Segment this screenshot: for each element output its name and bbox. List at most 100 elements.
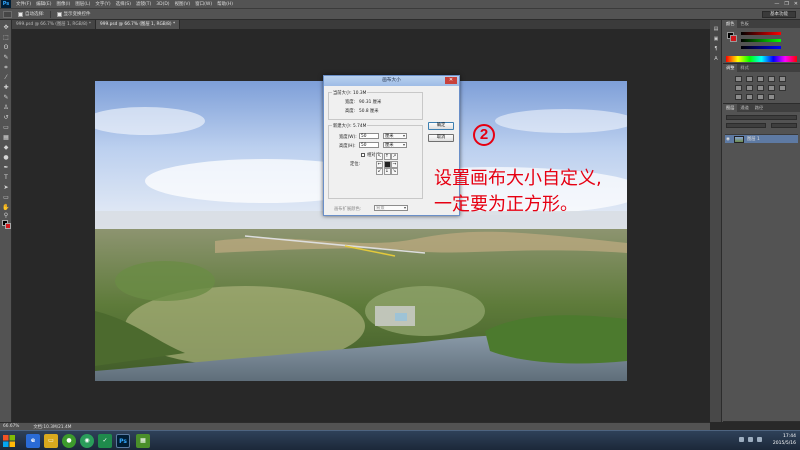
dialog-close-button[interactable]: ✕ xyxy=(445,77,457,84)
character-icon[interactable]: A xyxy=(712,56,720,63)
anchor-bottom-right[interactable]: ↘ xyxy=(391,168,398,175)
volume-icon[interactable] xyxy=(748,437,753,442)
ok-button[interactable]: 确定 xyxy=(428,122,454,130)
blur-tool-icon[interactable]: ◆ xyxy=(2,144,10,152)
dodge-tool-icon[interactable]: ● xyxy=(2,154,10,162)
app-icon[interactable]: ▦ xyxy=(136,434,150,448)
network-icon[interactable] xyxy=(739,437,744,442)
brush-tool-icon[interactable]: ✎ xyxy=(2,94,10,102)
new-width-unit-select[interactable]: 厘米 xyxy=(383,133,407,139)
curves-icon[interactable] xyxy=(757,76,764,82)
tab-channels[interactable]: 通道 xyxy=(737,104,751,112)
tab-swatches[interactable]: 色板 xyxy=(737,20,751,28)
workspace-select[interactable]: 基本功能 xyxy=(762,11,796,18)
show-transform-checkbox[interactable] xyxy=(56,11,62,17)
restore-button[interactable]: ❐ xyxy=(784,1,788,7)
anchor-bottom[interactable]: ↓ xyxy=(383,168,391,175)
tab-document-2[interactable]: 999.psd @ 66.7% (图层 1, RGB/8) * xyxy=(96,20,181,29)
anchor-bottom-left[interactable]: ↙ xyxy=(376,168,383,175)
layer-filter-bar[interactable] xyxy=(726,115,797,120)
menu-help[interactable]: 帮助(H) xyxy=(217,1,233,7)
photo-filter-icon[interactable] xyxy=(768,85,775,91)
close-button[interactable]: ✕ xyxy=(794,1,798,7)
type-tool-icon[interactable]: T xyxy=(2,174,10,182)
lasso-tool-icon[interactable]: ʘ xyxy=(2,44,10,52)
input-method-icon[interactable] xyxy=(757,437,762,442)
background-color-swatch[interactable] xyxy=(5,223,11,229)
tab-adjustments[interactable]: 调整 xyxy=(723,64,738,72)
auto-select-checkbox[interactable] xyxy=(18,11,23,17)
menu-layer[interactable]: 图层(L) xyxy=(75,1,90,7)
properties-icon[interactable]: ▣ xyxy=(712,36,720,43)
cancel-button[interactable]: 取消 xyxy=(428,134,454,142)
channel-mixer-icon[interactable] xyxy=(779,85,786,91)
menu-3d[interactable]: 3D(D) xyxy=(156,2,169,7)
levels-icon[interactable] xyxy=(746,76,753,82)
blue-slider[interactable] xyxy=(741,46,781,49)
green-slider[interactable] xyxy=(741,39,781,42)
anchor-grid[interactable]: ↖ ↑ ↗ ← → ↙ ↓ ↘ xyxy=(376,153,398,175)
hue-saturation-icon[interactable] xyxy=(735,85,742,91)
stamp-tool-icon[interactable]: ♙ xyxy=(2,104,10,112)
minimize-button[interactable]: — xyxy=(774,1,779,7)
quick-select-tool-icon[interactable]: ✎ xyxy=(2,54,10,62)
history-brush-icon[interactable]: ↺ xyxy=(2,114,10,122)
eraser-tool-icon[interactable]: ▭ xyxy=(2,124,10,132)
brightness-icon[interactable] xyxy=(735,76,742,82)
healing-tool-icon[interactable]: ✚ xyxy=(2,84,10,92)
clock[interactable]: 17:44 2015/5/16 xyxy=(773,433,796,447)
layer-row[interactable]: ◉ 图层 1 xyxy=(725,134,798,143)
posterize-icon[interactable] xyxy=(746,94,753,100)
windows-start-icon[interactable] xyxy=(2,434,16,448)
menu-select[interactable]: 选择(S) xyxy=(116,1,131,7)
gradient-map-icon[interactable] xyxy=(768,94,775,100)
crop-tool-icon[interactable]: ⌗ xyxy=(2,64,10,72)
menu-view[interactable]: 视图(V) xyxy=(175,1,191,7)
invert-icon[interactable] xyxy=(735,94,742,100)
menu-edit[interactable]: 编辑(E) xyxy=(36,1,51,7)
anchor-top-left[interactable]: ↖ xyxy=(376,153,383,160)
exposure-icon[interactable] xyxy=(768,76,775,82)
photoshop-taskbar-icon[interactable]: Ps xyxy=(116,434,130,448)
menu-image[interactable]: 图像(I) xyxy=(56,1,70,7)
eye-icon[interactable]: ◉ xyxy=(726,135,730,144)
shape-tool-icon[interactable]: ▭ xyxy=(2,194,10,202)
anchor-right[interactable]: → xyxy=(391,160,398,168)
marquee-tool-icon[interactable]: ⬚ xyxy=(2,34,10,42)
browser-icon[interactable]: ● xyxy=(62,434,76,448)
opacity-field[interactable] xyxy=(771,123,797,128)
menu-file[interactable]: 文件(F) xyxy=(16,1,31,7)
tab-layers[interactable]: 图层 xyxy=(723,104,738,112)
zoom-level[interactable]: 66.67% xyxy=(3,424,19,429)
black-white-icon[interactable] xyxy=(757,85,764,91)
anchor-top-right[interactable]: ↗ xyxy=(391,153,398,160)
security-shield-icon[interactable]: ✓ xyxy=(98,434,112,448)
move-tool-icon[interactable]: ✥ xyxy=(2,24,10,32)
blend-mode-select[interactable] xyxy=(726,123,766,128)
anchor-top[interactable]: ↑ xyxy=(383,153,391,160)
red-slider[interactable] xyxy=(741,32,781,35)
anchor-center[interactable] xyxy=(383,160,391,168)
color-balance-icon[interactable] xyxy=(746,85,753,91)
tab-document-1[interactable]: 999.psd @ 66.7% (图层 1, RGB/8) * xyxy=(12,20,97,29)
vibrance-icon[interactable] xyxy=(779,76,786,82)
history-icon[interactable]: ▤ xyxy=(712,26,720,33)
tab-styles[interactable]: 样式 xyxy=(737,64,751,72)
ie-icon[interactable]: e xyxy=(26,434,40,448)
threshold-icon[interactable] xyxy=(757,94,764,100)
color-ramp[interactable] xyxy=(726,56,797,62)
zoom-tool-icon[interactable]: ⚲ xyxy=(2,212,10,220)
new-height-input[interactable]: 50 xyxy=(359,142,379,148)
menu-filter[interactable]: 滤镜(T) xyxy=(136,1,151,7)
move-tool-preset[interactable] xyxy=(3,10,12,18)
anchor-left[interactable]: ← xyxy=(376,160,383,168)
background-swatch[interactable] xyxy=(730,35,737,42)
new-width-input[interactable]: 50 xyxy=(359,133,379,139)
360-icon[interactable]: ◉ xyxy=(80,434,94,448)
relative-checkbox[interactable] xyxy=(361,153,365,157)
tab-paths[interactable]: 路径 xyxy=(752,104,766,112)
pen-tool-icon[interactable]: ✒ xyxy=(2,164,10,172)
tab-color[interactable]: 颜色 xyxy=(723,20,738,28)
hand-tool-icon[interactable]: ✋ xyxy=(2,204,10,212)
folder-icon[interactable]: ▭ xyxy=(44,434,58,448)
